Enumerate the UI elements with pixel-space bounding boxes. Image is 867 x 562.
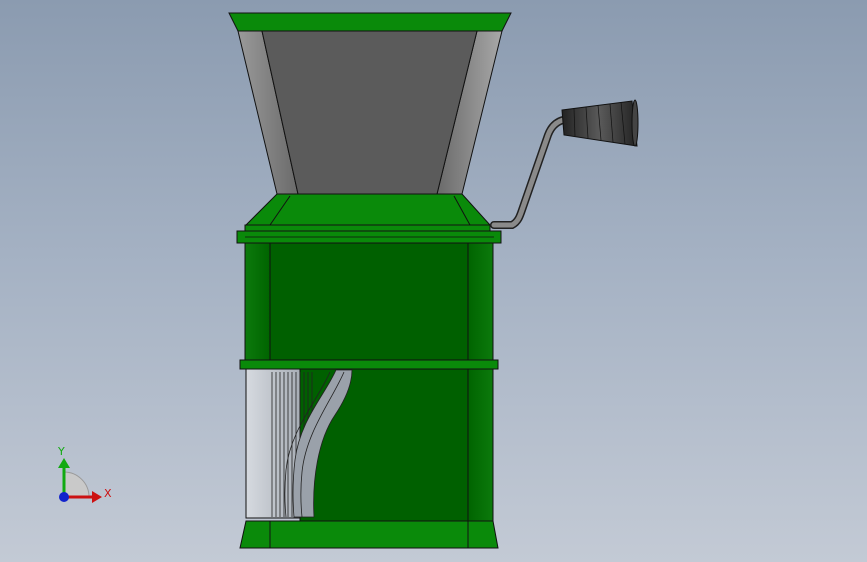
crank-arm — [490, 116, 567, 229]
upper-housing[interactable] — [236, 193, 502, 244]
cad-viewport[interactable]: Y X — [0, 0, 867, 562]
main-body-upper[interactable] — [244, 242, 494, 361]
upper-flange-1 — [244, 224, 491, 232]
y-axis-arrow-head — [58, 458, 70, 468]
crank-handle[interactable] — [490, 99, 639, 229]
body-right-column-upper — [467, 242, 494, 361]
body-center-upper — [269, 242, 469, 361]
z-axis-origin — [59, 492, 69, 502]
housing-top-bevel — [244, 193, 492, 226]
hopper[interactable] — [228, 12, 512, 195]
x-axis-label: X — [104, 487, 112, 500]
middle-band — [239, 359, 499, 370]
grinder-model[interactable]: Y X — [0, 0, 867, 562]
body-left-column-upper — [244, 242, 271, 361]
main-body-lower[interactable] — [245, 368, 494, 522]
x-axis-arrow-head — [92, 491, 102, 503]
triad-arc — [63, 471, 90, 498]
y-axis-label: Y — [57, 445, 65, 458]
axis-triad[interactable]: Y X — [57, 445, 112, 503]
base-trapezoid — [239, 520, 499, 549]
hopper-top-rim — [228, 12, 512, 32]
body-right-column-lower — [467, 368, 494, 522]
base[interactable] — [239, 520, 499, 549]
